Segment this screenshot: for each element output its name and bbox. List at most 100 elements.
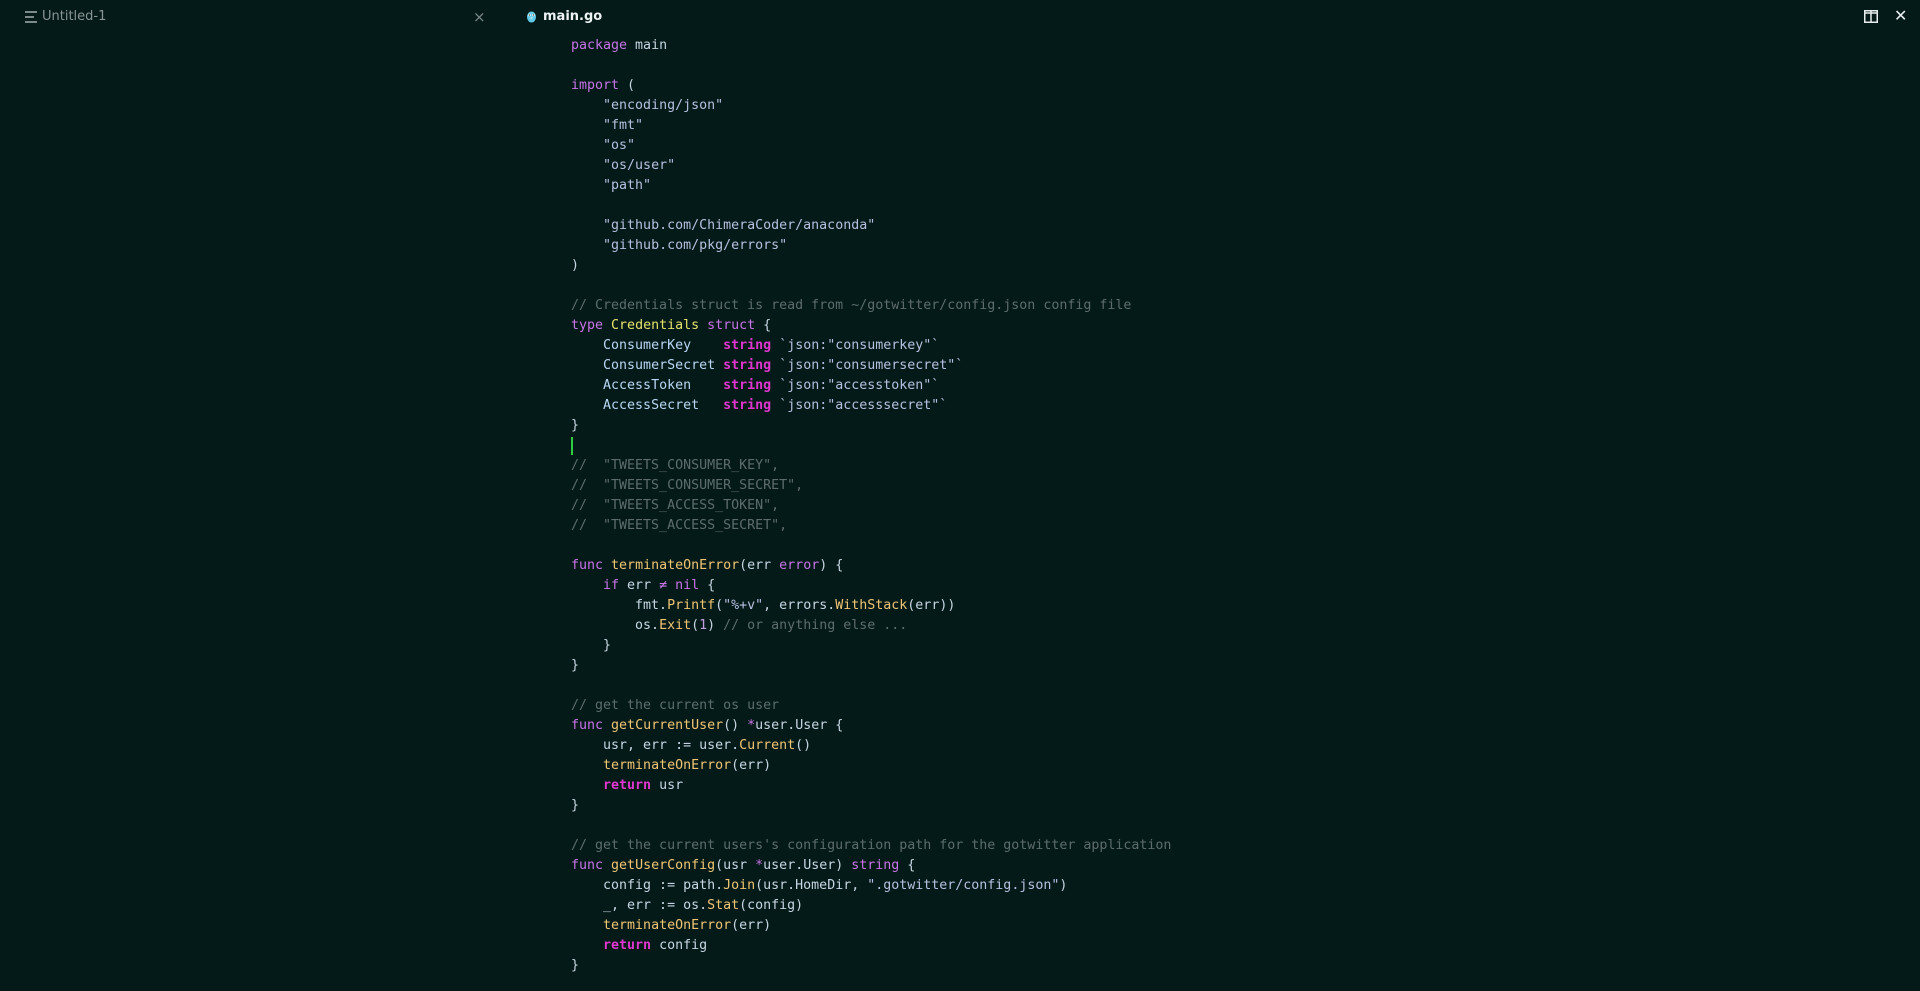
code-line[interactable]: "os/user" xyxy=(571,156,1171,176)
code-line[interactable]: } xyxy=(571,656,1171,676)
code-token: Credentials xyxy=(611,318,700,333)
code-line[interactable] xyxy=(571,276,1171,296)
editor-window: Untitled-1 × main.go ✕ package main impor… xyxy=(0,0,1920,991)
code-token: // get the current users's configuration… xyxy=(571,838,1172,853)
code-line[interactable]: func getUserConfig(usr *user.User) strin… xyxy=(571,856,1171,876)
code-line[interactable] xyxy=(571,436,1171,456)
code-token: Exit xyxy=(659,618,692,633)
code-token: return xyxy=(603,778,652,793)
code-line[interactable]: // get the current users's configuration… xyxy=(571,836,1171,856)
code-token: func xyxy=(571,718,604,733)
code-token: , errors. xyxy=(763,598,836,613)
code-line[interactable]: // "TWEETS_ACCESS_TOKEN", xyxy=(571,496,1171,516)
code-line[interactable]: config := path.Join(usr.HomeDir, ".gotwi… xyxy=(571,876,1171,896)
code-line[interactable]: import ( xyxy=(571,76,1171,96)
code-line[interactable]: _, err := os.Stat(config) xyxy=(571,896,1171,916)
code-token: "fmt" xyxy=(603,118,644,133)
code-line[interactable] xyxy=(571,676,1171,696)
code-token: ≠ xyxy=(659,578,668,593)
code-line[interactable]: // Credentials struct is read from ~/got… xyxy=(571,296,1171,316)
code-line[interactable]: "path" xyxy=(571,176,1171,196)
code-line[interactable]: AccessSecret string `json:"accesssecret"… xyxy=(571,396,1171,416)
code-line[interactable]: // get the current os user xyxy=(571,696,1171,716)
code-line[interactable]: // "TWEETS_CONSUMER_KEY", xyxy=(571,456,1171,476)
code-line[interactable] xyxy=(571,56,1171,76)
code-line[interactable]: terminateOnError(err) xyxy=(571,916,1171,936)
code-line[interactable]: type Credentials struct { xyxy=(571,316,1171,336)
code-token: config xyxy=(651,938,708,953)
code-line[interactable]: fmt.Printf("%+v", errors.WithStack(err)) xyxy=(571,596,1171,616)
code-line[interactable]: usr, err := user.Current() xyxy=(571,736,1171,756)
code-line[interactable]: AccessToken string `json:"accesstoken"` xyxy=(571,376,1171,396)
code-token: "encoding/json" xyxy=(603,98,724,113)
code-line[interactable]: // "TWEETS_CONSUMER_SECRET", xyxy=(571,476,1171,496)
code-line[interactable]: // "TWEETS_ACCESS_SECRET", xyxy=(571,516,1171,536)
code-editor[interactable]: package main import ( "encoding/json" "fm… xyxy=(571,36,1171,976)
code-token: Stat xyxy=(707,898,740,913)
code-token: * xyxy=(747,718,756,733)
code-token: terminateOnError xyxy=(603,918,732,933)
code-line[interactable]: os.Exit(1) // or anything else ... xyxy=(571,616,1171,636)
code-line[interactable]: "encoding/json" xyxy=(571,96,1171,116)
code-line[interactable]: } xyxy=(571,636,1171,656)
code-token: user.User { xyxy=(755,718,844,733)
code-line[interactable]: if err ≠ nil { xyxy=(571,576,1171,596)
code-line[interactable]: } xyxy=(571,796,1171,816)
close-tab-button[interactable]: × xyxy=(473,8,486,26)
code-line[interactable]: "os" xyxy=(571,136,1171,156)
code-line[interactable]: func getCurrentUser() *user.User { xyxy=(571,716,1171,736)
right-editor-pane[interactable]: main.go ✕ package main import ( "encoding… xyxy=(500,0,1920,991)
left-editor-pane[interactable]: Untitled-1 × xyxy=(0,0,500,991)
code-line[interactable] xyxy=(571,196,1171,216)
code-token: // "TWEETS_CONSUMER_KEY", xyxy=(571,458,780,473)
code-token: (err)) xyxy=(907,598,956,613)
code-line[interactable]: ConsumerSecret string `json:"consumersec… xyxy=(571,356,1171,376)
code-line[interactable]: func terminateOnError(err error) { xyxy=(571,556,1171,576)
code-line[interactable]: "fmt" xyxy=(571,116,1171,136)
code-token: ( xyxy=(619,78,636,93)
code-line[interactable]: return usr xyxy=(571,776,1171,796)
code-token: terminateOnError xyxy=(603,758,732,773)
code-token: terminateOnError xyxy=(611,558,740,573)
code-line[interactable]: "github.com/ChimeraCoder/anaconda" xyxy=(571,216,1171,236)
code-line[interactable]: ) xyxy=(571,256,1171,276)
code-line[interactable]: } xyxy=(571,416,1171,436)
code-line[interactable]: "github.com/pkg/errors" xyxy=(571,236,1171,256)
code-token: } xyxy=(571,658,580,673)
code-token: Printf xyxy=(667,598,716,613)
code-token: "os" xyxy=(603,138,636,153)
tab-untitled[interactable]: Untitled-1 × xyxy=(0,0,500,34)
code-token: // or anything else ... xyxy=(723,618,908,633)
code-token: return xyxy=(603,938,652,953)
split-editor-icon[interactable] xyxy=(1864,10,1878,23)
tab-main-go[interactable]: main.go ✕ xyxy=(500,0,1920,34)
code-line[interactable] xyxy=(571,536,1171,556)
code-token: "path" xyxy=(603,178,652,193)
code-line[interactable]: return config xyxy=(571,936,1171,956)
code-line[interactable]: } xyxy=(571,956,1171,976)
code-token: ) { xyxy=(819,558,844,573)
code-token: string xyxy=(723,398,772,413)
code-line[interactable]: package main xyxy=(571,36,1171,56)
go-gopher-icon xyxy=(527,11,536,23)
code-token: config := path. xyxy=(571,878,724,893)
code-token: err xyxy=(619,578,660,593)
close-editor-button[interactable]: ✕ xyxy=(1894,7,1907,25)
tab-label: main.go xyxy=(543,9,603,24)
code-line[interactable]: terminateOnError(err) xyxy=(571,756,1171,776)
code-token: (err) xyxy=(731,758,772,773)
code-line[interactable] xyxy=(571,816,1171,836)
code-line[interactable]: ConsumerKey string `json:"consumerkey"` xyxy=(571,336,1171,356)
code-token: usr, err := user. xyxy=(571,738,740,753)
